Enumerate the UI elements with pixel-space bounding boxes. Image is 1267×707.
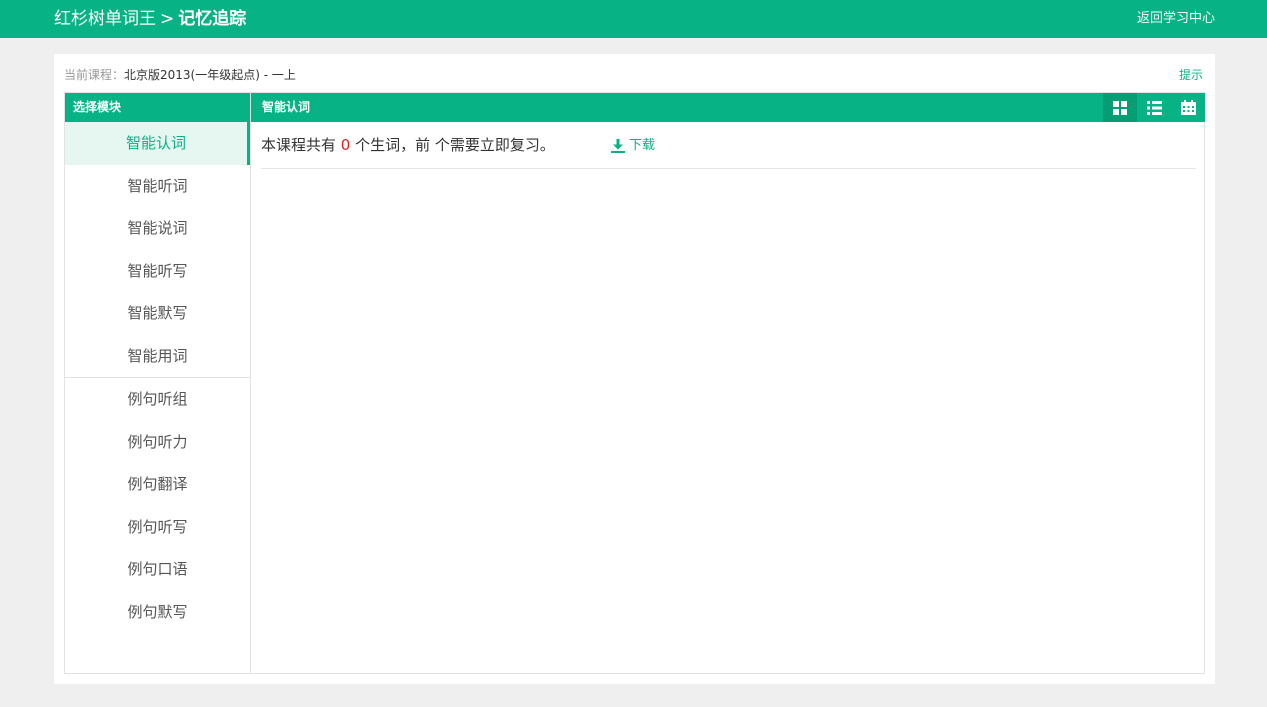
module-sidebar: 选择模块 智能认词 智能听词 智能说词 智能听写 智能默写 智能用词 例句听组 例句听力 例句…	[65, 93, 251, 673]
main-area: 智能认词 本课程共有 0 个生词，前 个需要立即复习。 下载	[251, 93, 1205, 673]
new-word-count: 0	[340, 136, 351, 154]
module-header: 智能认词	[251, 93, 1205, 122]
module-title: 智能认词	[262, 100, 311, 114]
sidebar-title: 选择模块	[65, 93, 250, 122]
hint-link[interactable]: 提示	[1179, 66, 1203, 83]
smart-module-group: 智能认词 智能听词 智能说词 智能听写 智能默写 智能用词	[65, 122, 250, 377]
app-name: 红杉树单词王	[54, 9, 156, 29]
sidebar-sentence-item-2[interactable]: 例句听力	[65, 421, 250, 464]
download-label: 下载	[629, 138, 656, 153]
breadcrumb-separator: >	[160, 9, 175, 29]
word-summary: 本课程共有 0 个生词，前 个需要立即复习。 下载	[261, 122, 1196, 169]
sidebar-smart-item-6[interactable]: 智能用词	[65, 335, 250, 378]
module-frame: 选择模块 智能认词 智能听词 智能说词 智能听写 智能默写 智能用词 例句听组 例句听力 例句…	[64, 92, 1205, 674]
sidebar-smart-item-5[interactable]: 智能默写	[65, 292, 250, 335]
summary-prefix: 本课程共有	[261, 136, 341, 154]
breadcrumb: 红杉树单词王 > 记忆追踪	[54, 0, 246, 38]
sidebar-sentence-item-6[interactable]: 例句默写	[65, 591, 250, 634]
view-switcher	[1103, 93, 1205, 122]
content-panel: 当前课程：北京版2013(一年级起点) - 一上 提示 选择模块 智能认词 智能听…	[54, 54, 1215, 684]
sidebar-sentence-item-5[interactable]: 例句口语	[65, 548, 250, 591]
course-name: 北京版2013(一年级起点) - 一上	[124, 68, 296, 82]
sidebar-smart-item-4[interactable]: 智能听写	[65, 250, 250, 293]
download-button[interactable]: 下载	[611, 122, 655, 169]
sidebar-smart-item-3[interactable]: 智能说词	[65, 207, 250, 250]
grid-view-icon[interactable]	[1103, 93, 1137, 122]
sidebar-sentence-item-1[interactable]: 例句听组	[65, 378, 250, 421]
course-label: 当前课程：	[64, 68, 125, 82]
top-bar: 红杉树单词王 > 记忆追踪 返回学习中心	[0, 0, 1267, 38]
current-course: 当前课程：北京版2013(一年级起点) - 一上	[64, 66, 296, 83]
sentence-module-group: 例句听组 例句听力 例句翻译 例句听写 例句口语 例句默写	[65, 378, 250, 633]
summary-suffix: 个生词，前 个需要立即复习。	[350, 136, 555, 154]
back-to-study-center-link[interactable]: 返回学习中心	[1137, 0, 1215, 38]
sidebar-smart-item-1[interactable]: 智能认词	[65, 122, 250, 165]
list-view-icon[interactable]	[1137, 93, 1171, 122]
page-title: 记忆追踪	[178, 9, 247, 29]
download-icon	[611, 138, 625, 153]
calendar-view-icon[interactable]	[1171, 93, 1205, 122]
sidebar-sentence-item-3[interactable]: 例句翻译	[65, 463, 250, 506]
sidebar-smart-item-2[interactable]: 智能听词	[65, 165, 250, 208]
sidebar-sentence-item-4[interactable]: 例句听写	[65, 506, 250, 549]
